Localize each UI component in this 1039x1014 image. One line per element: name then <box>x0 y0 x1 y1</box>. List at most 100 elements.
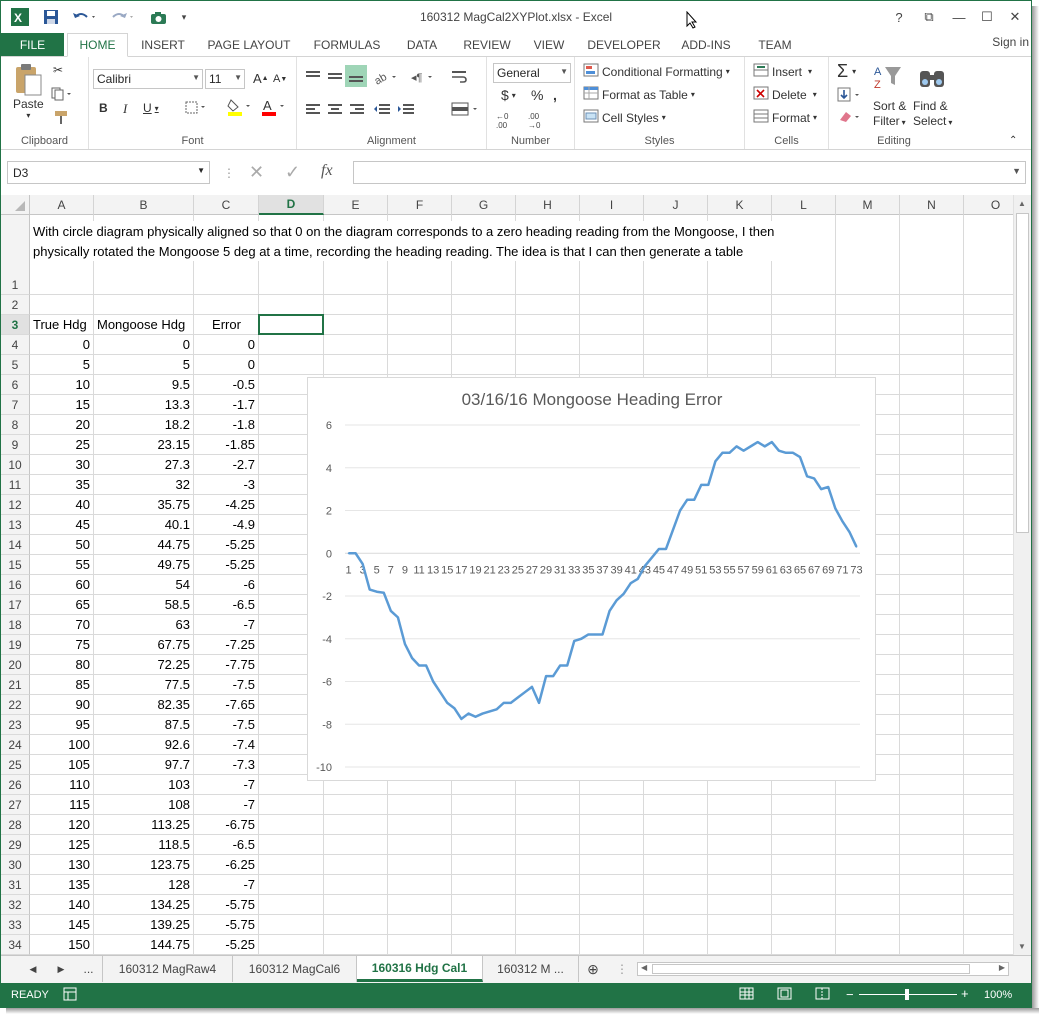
cell-true-hdg[interactable]: 5 <box>31 355 93 374</box>
cell-mongoose-hdg[interactable]: 139.25 <box>95 915 193 934</box>
cell-true-hdg[interactable]: 130 <box>31 855 93 874</box>
cell-true-hdg[interactable]: 10 <box>31 375 93 394</box>
formula-input[interactable]: ▼ <box>353 161 1026 184</box>
cell-mongoose-hdg[interactable]: 108 <box>95 795 193 814</box>
confirm-entry-icon[interactable]: ✓ <box>285 162 300 183</box>
cell-mongoose-hdg[interactable]: 134.25 <box>95 895 193 914</box>
cell-true-hdg[interactable]: 135 <box>31 875 93 894</box>
format-painter-icon[interactable] <box>53 109 71 125</box>
cell-styles-button[interactable]: Cell Styles ▾ <box>583 109 666 126</box>
zoom-level[interactable]: 100% <box>984 989 1012 1001</box>
cell-mongoose-hdg[interactable]: 82.35 <box>95 695 193 714</box>
row-header-19[interactable]: 19 <box>1 635 30 655</box>
row-header-27[interactable]: 27 <box>1 795 30 815</box>
cell-true-hdg[interactable]: 120 <box>31 815 93 834</box>
merge-center-icon[interactable] <box>451 101 481 117</box>
cell-mongoose-hdg[interactable]: 72.25 <box>95 655 193 674</box>
cell-mongoose-hdg[interactable]: 18.2 <box>95 415 193 434</box>
new-sheet-icon[interactable]: ⊕ <box>581 956 605 982</box>
cell-true-hdg[interactable]: 75 <box>31 635 93 654</box>
cell-error[interactable]: -5.25 <box>195 555 258 574</box>
sheet-tab-magraw4[interactable]: 160312 MagRaw4 <box>103 956 233 982</box>
cell-true-hdg[interactable]: 95 <box>31 715 93 734</box>
row-header-26[interactable]: 26 <box>1 775 30 795</box>
cell-true-hdg[interactable]: 100 <box>31 735 93 754</box>
find-select-icon[interactable] <box>917 63 947 91</box>
row-header-17[interactable]: 17 <box>1 595 30 615</box>
format-cells-button[interactable]: Format ▾ <box>753 109 817 126</box>
ribbon-display-button[interactable]: ⧉ <box>915 7 943 27</box>
increase-decimal-icon[interactable]: ←0.00 <box>495 111 519 129</box>
paste-button[interactable]: Paste ▾ <box>13 63 44 120</box>
cell-error[interactable]: -7.25 <box>195 635 258 654</box>
percent-style-icon[interactable]: % <box>531 87 543 103</box>
line-chart[interactable]: 03/16/16 Mongoose Heading Error 6 4 2 0 -2 -4… <box>307 377 876 781</box>
scroll-left-icon[interactable]: ◀ <box>641 963 647 972</box>
cell-mongoose-hdg[interactable]: 118.5 <box>95 835 193 854</box>
sort-filter-icon[interactable]: AZ <box>873 63 903 91</box>
row-header-1[interactable]: 1 <box>1 215 30 295</box>
cell-mongoose-hdg[interactable]: 87.5 <box>95 715 193 734</box>
row-header-11[interactable]: 11 <box>1 475 30 495</box>
fill-color-icon[interactable] <box>227 97 253 117</box>
conditional-formatting-button[interactable]: Conditional Formatting ▾ <box>583 63 730 80</box>
column-header-n[interactable]: N <box>900 195 964 215</box>
tab-developer[interactable]: DEVELOPER <box>581 33 667 57</box>
cell-mongoose-hdg[interactable]: 92.6 <box>95 735 193 754</box>
scroll-down-icon[interactable]: ▼ <box>1018 942 1026 951</box>
cell-mongoose-hdg[interactable]: 54 <box>95 575 193 594</box>
cell-error[interactable]: -7.5 <box>195 715 258 734</box>
row-header-13[interactable]: 13 <box>1 515 30 535</box>
minimize-button[interactable]: — <box>945 7 973 27</box>
name-box[interactable]: D3 ▼ <box>7 161 210 184</box>
format-as-table-button[interactable]: Format as Table ▾ <box>583 86 695 103</box>
cell-mongoose-hdg[interactable]: 13.3 <box>95 395 193 414</box>
column-header-d[interactable]: D <box>259 195 324 215</box>
header-error[interactable]: Error <box>195 315 258 334</box>
column-header-h[interactable]: H <box>516 195 580 215</box>
cell-mongoose-hdg[interactable]: 49.75 <box>95 555 193 574</box>
cell-error[interactable]: -7 <box>195 795 258 814</box>
cell-true-hdg[interactable]: 35 <box>31 475 93 494</box>
cell-error[interactable]: -5.75 <box>195 895 258 914</box>
cell-mongoose-hdg[interactable]: 23.15 <box>95 435 193 454</box>
row-header-29[interactable]: 29 <box>1 835 30 855</box>
comma-style-icon[interactable]: , <box>553 87 557 103</box>
cell-mongoose-hdg[interactable]: 63 <box>95 615 193 634</box>
row-header-32[interactable]: 32 <box>1 895 30 915</box>
column-header-g[interactable]: G <box>452 195 516 215</box>
column-header-m[interactable]: M <box>836 195 900 215</box>
row-header-21[interactable]: 21 <box>1 675 30 695</box>
zoom-slider-thumb[interactable] <box>905 989 909 1000</box>
insert-cells-button[interactable]: Insert ▾ <box>753 63 812 80</box>
row-header-22[interactable]: 22 <box>1 695 30 715</box>
cell-error[interactable]: -1.8 <box>195 415 258 434</box>
row-header-33[interactable]: 33 <box>1 915 30 935</box>
cell-error[interactable]: -7.65 <box>195 695 258 714</box>
cell-error[interactable]: -6.5 <box>195 595 258 614</box>
bottom-align-icon[interactable] <box>345 65 367 87</box>
cell-error[interactable]: -7.4 <box>195 735 258 754</box>
page-layout-view-icon[interactable] <box>777 987 793 1004</box>
column-header-c[interactable]: C <box>194 195 259 215</box>
font-color-icon[interactable]: A <box>261 97 287 117</box>
scroll-right-icon[interactable]: ▶ <box>999 963 1005 972</box>
cell-error[interactable]: -4.25 <box>195 495 258 514</box>
cell-mongoose-hdg[interactable]: 113.25 <box>95 815 193 834</box>
row-header-3[interactable]: 3 <box>1 315 30 335</box>
column-header-e[interactable]: E <box>324 195 388 215</box>
cell-true-hdg[interactable]: 150 <box>31 935 93 954</box>
selected-cell-d3[interactable] <box>258 314 324 335</box>
cell-true-hdg[interactable]: 85 <box>31 675 93 694</box>
align-right-icon[interactable] <box>349 103 365 115</box>
column-header-b[interactable]: B <box>94 195 194 215</box>
column-header-k[interactable]: K <box>708 195 772 215</box>
row-header-28[interactable]: 28 <box>1 815 30 835</box>
row-header-15[interactable]: 15 <box>1 555 30 575</box>
tab-insert[interactable]: INSERT <box>136 33 190 57</box>
cell-error[interactable]: -6.25 <box>195 855 258 874</box>
maximize-button[interactable]: ☐ <box>973 7 1001 27</box>
cell-true-hdg[interactable]: 60 <box>31 575 93 594</box>
decrease-font-size-icon[interactable]: A ▼ <box>273 73 287 85</box>
cell-error[interactable]: -7 <box>195 775 258 794</box>
